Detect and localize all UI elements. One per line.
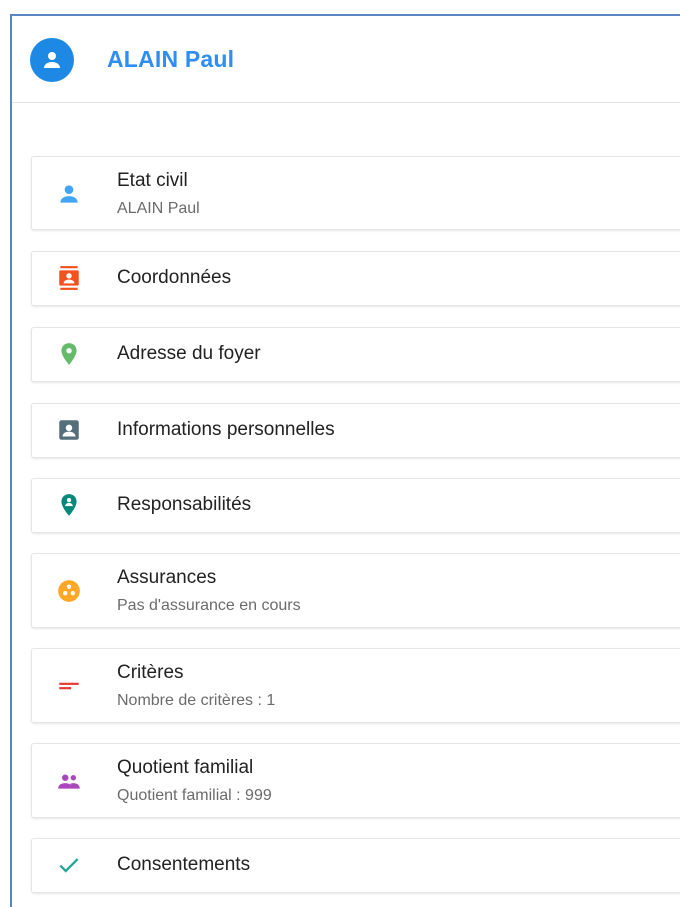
card-coordonnees[interactable]: Coordonnées (31, 251, 680, 306)
card-responsabilites[interactable]: Responsabilités (31, 478, 680, 533)
page-title: ALAIN Paul (107, 46, 235, 72)
card-criteres[interactable]: Critères Nombre de critères : 1 (31, 648, 680, 723)
card-subtitle: Pas d'assurance en cours (117, 597, 301, 614)
page-header: ALAIN Paul (12, 16, 680, 103)
card-subtitle: Nombre de critères : 1 (117, 692, 276, 709)
person-pin-icon (56, 492, 82, 518)
contact-card-icon (56, 265, 82, 291)
short-text-icon (56, 673, 82, 699)
card-title: Quotient familial (117, 757, 254, 778)
card-title: Etat civil (117, 170, 188, 191)
card-etat-civil[interactable]: Etat civil ALAIN Paul (31, 156, 680, 230)
location-pin-icon (56, 341, 82, 367)
card-quotient-familial[interactable]: Quotient familial Quotient familial : 99… (31, 743, 680, 818)
card-title: Assurances (117, 567, 217, 588)
card-title: Consentements (117, 854, 251, 875)
card-subtitle: Quotient familial : 999 (117, 787, 272, 804)
card-consentements[interactable]: Consentements (31, 838, 680, 893)
card-title: Critères (117, 662, 184, 683)
card-adresse-foyer[interactable]: Adresse du foyer (31, 327, 680, 382)
check-icon (56, 852, 82, 878)
card-assurances[interactable]: Assurances Pas d'assurance en cours (31, 553, 680, 628)
card-informations-personnelles[interactable]: Informations personnelles (31, 403, 680, 458)
avatar (30, 38, 74, 82)
card-title: Responsabilités (117, 494, 252, 515)
person-icon (56, 181, 82, 207)
card-title: Adresse du foyer (117, 343, 261, 364)
circles-icon (56, 578, 82, 604)
person-icon (44, 52, 60, 68)
card-title: Coordonnées (117, 267, 232, 288)
people-icon (56, 768, 82, 794)
card-title: Informations personnelles (117, 419, 335, 440)
card-subtitle: ALAIN Paul (117, 200, 200, 217)
account-box-icon (56, 417, 82, 443)
